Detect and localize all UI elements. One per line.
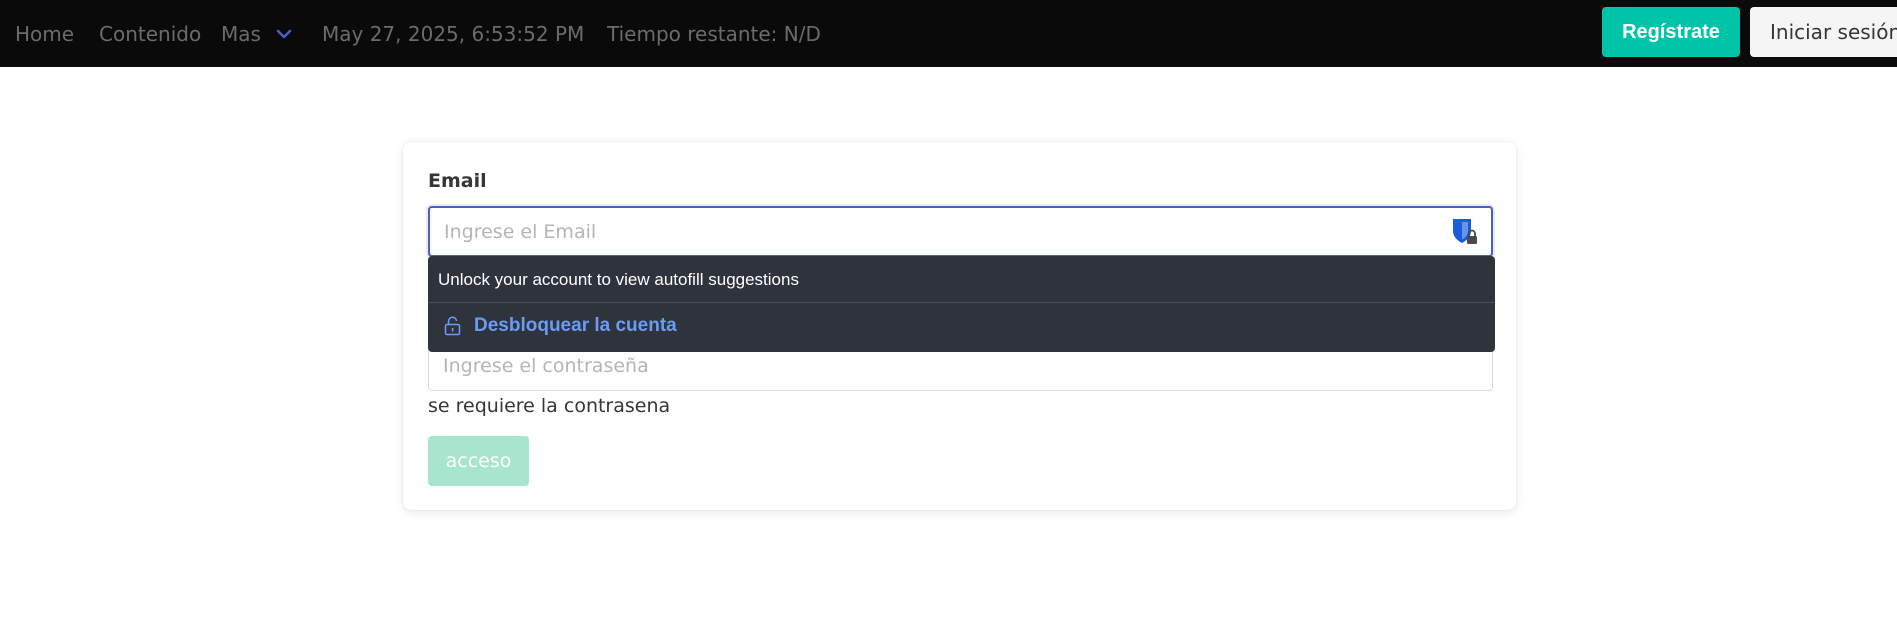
shield-lock-icon[interactable] <box>1451 217 1479 247</box>
password-placeholder: Ingrese el contraseña <box>443 355 649 377</box>
nav-mas-dropdown[interactable]: Mas <box>221 22 293 46</box>
submit-button[interactable]: acceso <box>428 436 529 486</box>
autofill-message: Unlock your account to view autofill sug… <box>438 270 799 289</box>
current-datetime: May 27, 2025, 6:53:52 PM <box>322 22 585 46</box>
time-remaining: Tiempo restante: N/D <box>607 22 821 46</box>
register-button[interactable]: Regístrate <box>1602 7 1740 57</box>
login-button[interactable]: Iniciar sesión <box>1750 7 1897 57</box>
nav-home-link[interactable]: Home <box>15 22 74 46</box>
unlock-account-button[interactable]: Desbloquear la cuenta <box>444 315 677 337</box>
email-placeholder: Ingrese el Email <box>444 221 597 243</box>
nav-contenido-link[interactable]: Contenido <box>99 22 201 46</box>
password-field[interactable]: Ingrese el contraseña <box>428 346 1493 391</box>
lock-open-icon <box>444 316 461 336</box>
unlock-account-label: Desbloquear la cuenta <box>474 315 677 336</box>
password-help-text: se requiere la contrasena <box>428 395 671 417</box>
autofill-popup: Unlock your account to view autofill sug… <box>428 256 1495 352</box>
autofill-divider <box>428 302 1495 303</box>
email-label: Email <box>428 170 487 192</box>
top-navbar: Home Contenido Mas May 27, 2025, 6:53:52… <box>0 0 1897 67</box>
email-field[interactable]: Ingrese el Email <box>428 206 1493 257</box>
chevron-down-icon <box>276 29 292 39</box>
nav-mas-label: Mas <box>221 22 261 46</box>
